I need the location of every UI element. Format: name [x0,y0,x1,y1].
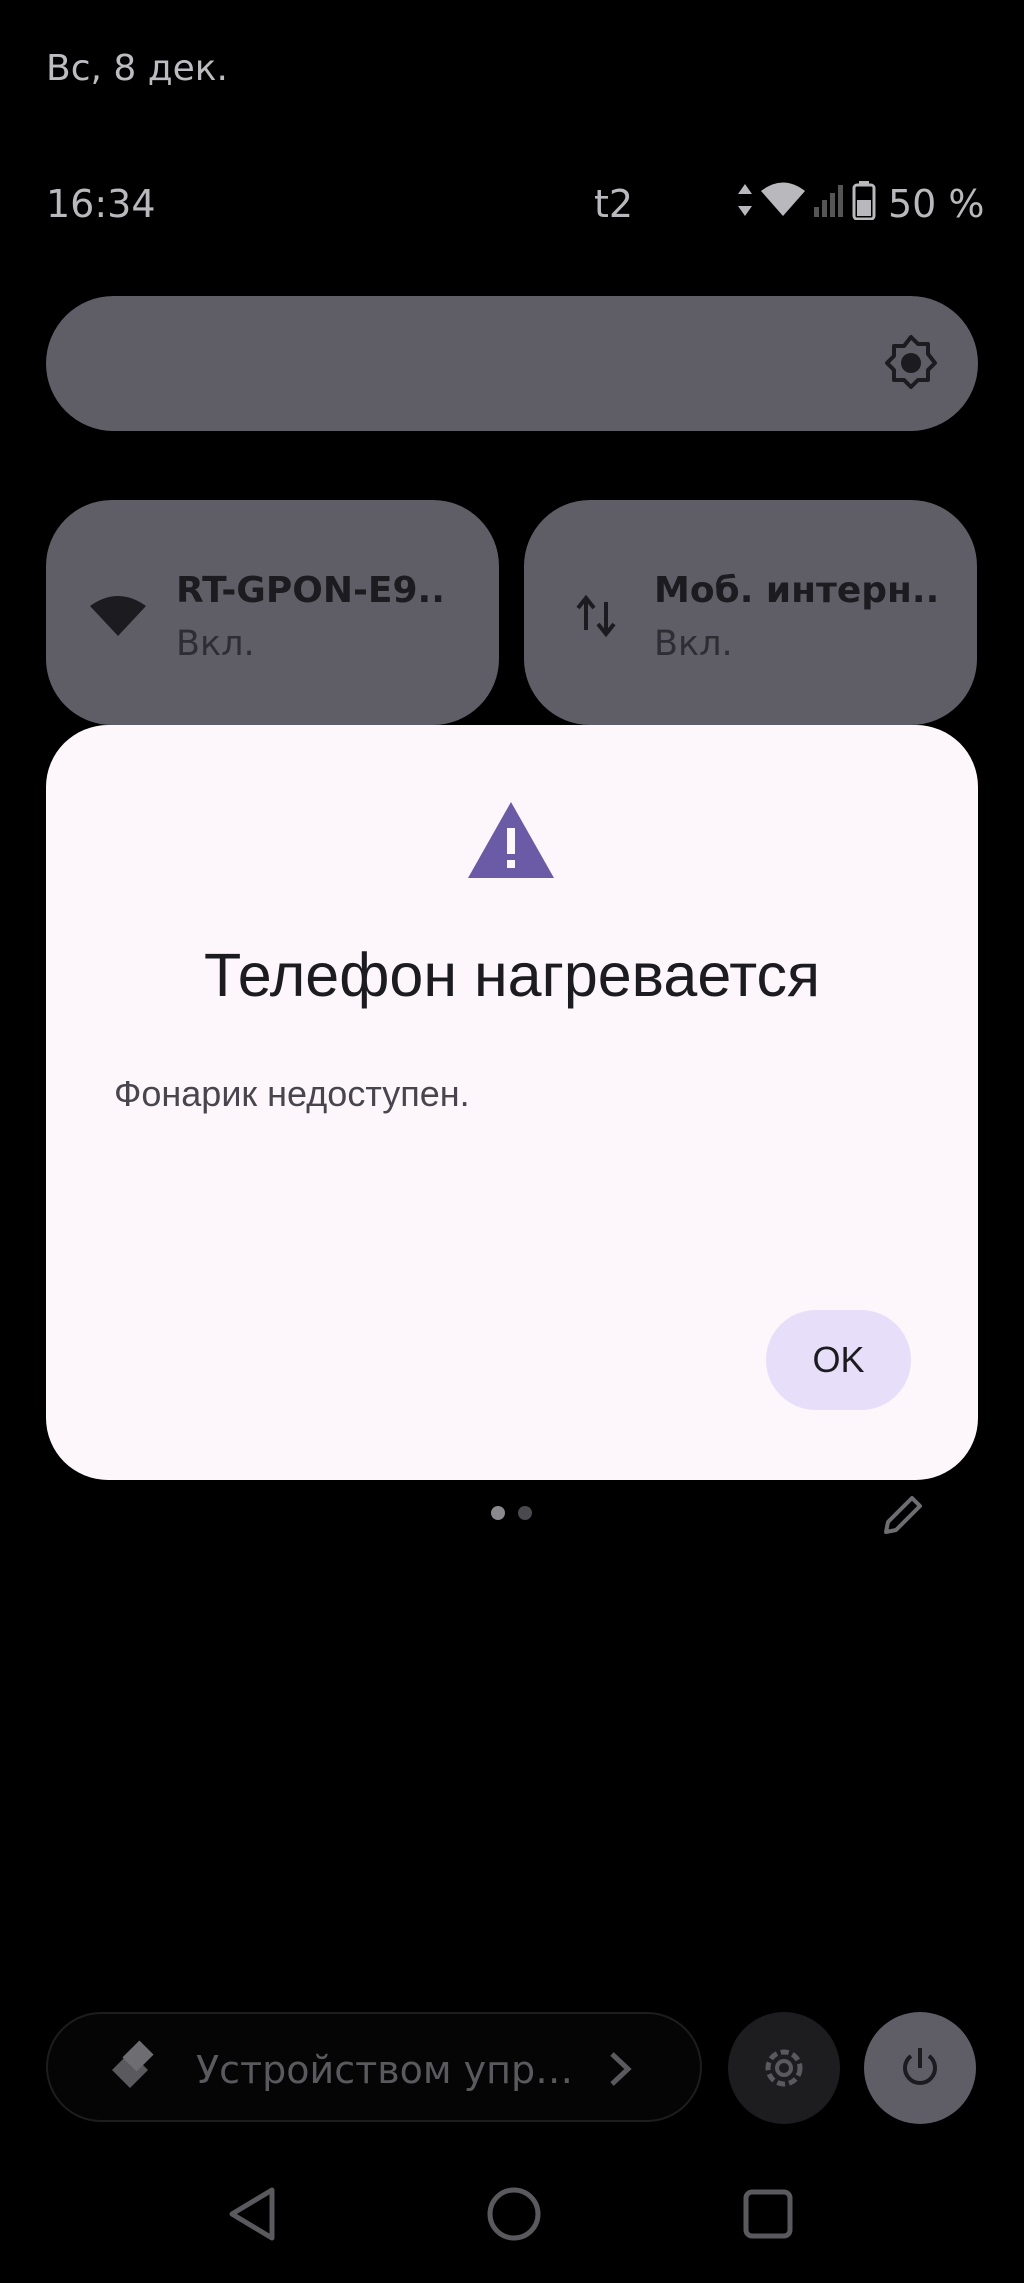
power-button[interactable] [864,2012,976,2124]
device-control-label: Устройством упр… [196,2048,574,2092]
battery-icon [852,181,876,220]
chevron-right-icon [610,2052,632,2086]
ok-button[interactable]: OK [766,1310,911,1410]
recents-icon[interactable] [742,2188,794,2240]
back-icon[interactable] [224,2184,284,2244]
tile-wifi-status: Вкл. [176,624,255,664]
overheat-dialog: Телефон нагревается Фонарик недоступен. … [46,725,978,1480]
pencil-icon[interactable] [878,1490,928,1540]
wifi-icon [90,596,146,636]
dialog-title: Телефон нагревается [203,941,821,1009]
wifi-icon [761,182,805,216]
dialog-message: Фонарик недоступен. [114,1073,470,1114]
power-icon [903,2048,937,2085]
brightness-icon [885,335,937,389]
gear-icon [765,2049,803,2087]
data-arrows-icon [738,184,752,216]
tile-wifi-title: RT-GPON-E9.. [176,570,445,611]
battery-percentage: 50 % [888,182,985,226]
warning-icon [468,802,554,878]
settings-button[interactable] [728,2012,840,2124]
status-carrier: t2 [594,182,634,226]
tile-mobile-status: Вкл. [654,624,733,664]
status-date: Вс, 8 дек. [46,48,228,89]
status-time: 16:34 [46,182,156,226]
tile-mobile-title: Моб. интерн.. [654,570,940,611]
tile-mobile-data[interactable]: Моб. интерн.. Вкл. [524,500,977,725]
device-control-button[interactable]: Устройством упр… [46,2012,702,2122]
brightness-slider[interactable] [46,296,978,431]
page-indicator-dot [518,1506,532,1520]
cellular-signal-icon [814,185,843,217]
device-control-icon [112,2040,154,2088]
home-icon[interactable] [484,2184,544,2244]
page-indicator-dot-active [491,1506,505,1520]
tile-wifi[interactable]: RT-GPON-E9.. Вкл. [46,500,499,725]
mobile-data-icon [576,594,616,638]
status-icons [736,180,876,220]
